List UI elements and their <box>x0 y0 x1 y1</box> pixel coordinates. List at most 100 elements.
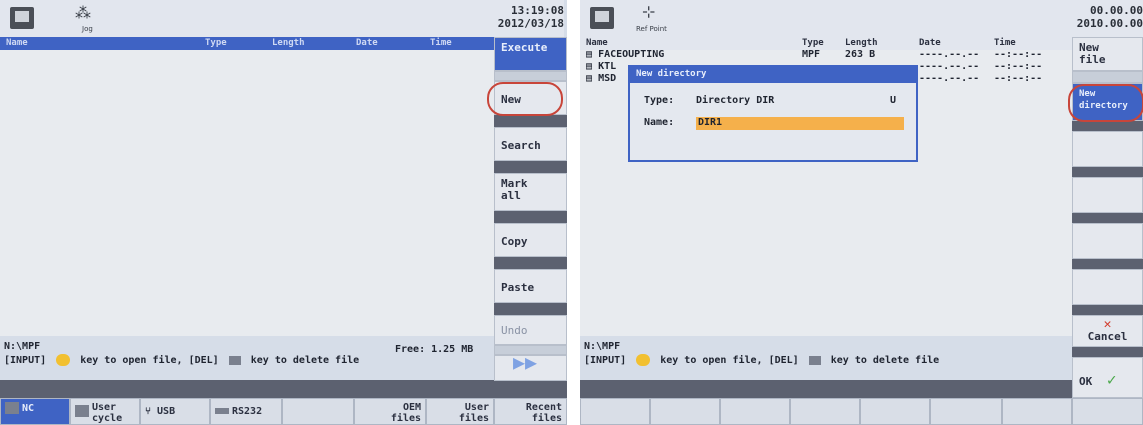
empty-softkey[interactable] <box>1072 131 1143 167</box>
hint-input: [INPUT] <box>584 355 627 366</box>
machine-mode-icon[interactable] <box>590 7 614 29</box>
softkey-separator <box>1072 347 1143 357</box>
highlight-circle <box>487 82 563 116</box>
user-files-label-2: files <box>458 413 489 424</box>
oem-files-softkey[interactable]: OEM files <box>354 398 426 425</box>
hint-line: [INPUT] key to open file, [DEL] key to d… <box>4 354 359 366</box>
ref-point-label: Ref Point <box>636 25 667 33</box>
nc-label: NC <box>22 403 35 414</box>
empty-softkey[interactable] <box>1072 177 1143 213</box>
ok-check-icon: ✓ <box>1106 370 1117 389</box>
more-softkey[interactable]: ▶▶ <box>494 352 567 381</box>
input-key-icon <box>56 354 71 366</box>
empty-softkey[interactable] <box>1072 269 1143 305</box>
copy-label: Copy <box>501 235 528 248</box>
empty-softkey[interactable] <box>282 398 354 425</box>
file-date: ----.--.-- <box>919 73 980 84</box>
folder-name: KTL <box>598 61 617 72</box>
softkey-separator <box>494 161 567 173</box>
hint-input: [INPUT] <box>4 355 47 366</box>
type-label: Type: <box>644 95 675 106</box>
horizontal-softkey[interactable] <box>1002 398 1072 425</box>
new-file-label-2: file <box>1079 53 1106 66</box>
machine-mode-icon[interactable] <box>10 7 34 29</box>
col-type[interactable]: Type <box>205 38 227 48</box>
nc-icon <box>5 402 19 414</box>
softkey-separator <box>1072 213 1143 223</box>
rs232-icon <box>215 408 229 414</box>
list-item[interactable]: ▤ FACEOUPTING <box>586 49 664 60</box>
softkey-separator <box>494 115 567 127</box>
name-label: Name: <box>644 117 675 128</box>
usb-softkey[interactable]: ⑂ USB <box>140 398 210 425</box>
softkey-separator <box>494 381 567 398</box>
user-cycle-softkey[interactable]: User cycle <box>70 398 140 425</box>
execute-softkey[interactable]: Execute <box>494 37 567 71</box>
horizontal-softkey[interactable] <box>650 398 720 425</box>
col-name[interactable]: Name <box>6 38 28 48</box>
clock: 00.00.00 2010.00.00 <box>1072 0 1143 37</box>
rs232-softkey[interactable]: RS232 <box>210 398 282 425</box>
softkey-separator <box>1072 305 1143 315</box>
new-file-softkey[interactable]: New file <box>1072 37 1143 71</box>
horizontal-softkey[interactable] <box>720 398 790 425</box>
mark-all-label-2: all <box>501 189 521 202</box>
list-item[interactable]: ▤ MSD <box>586 73 616 84</box>
softkey-separator <box>494 211 567 223</box>
hint-text-1: key to open file, [DEL] <box>660 355 799 366</box>
file-list[interactable] <box>0 50 494 336</box>
paste-softkey[interactable]: Paste <box>494 269 567 303</box>
col-type[interactable]: Type <box>802 38 824 48</box>
horizontal-softkey[interactable] <box>790 398 860 425</box>
col-length[interactable]: Length <box>272 38 305 48</box>
nc-softkey[interactable]: NC <box>0 398 70 425</box>
search-softkey[interactable]: Search <box>494 127 567 161</box>
softkey-separator <box>494 303 567 315</box>
folder-name: MSD <box>598 73 617 84</box>
col-date[interactable]: Date <box>919 38 941 48</box>
name-input[interactable] <box>696 117 904 130</box>
copy-softkey[interactable]: Copy <box>494 223 567 257</box>
user-files-softkey[interactable]: User files <box>426 398 494 425</box>
ok-softkey[interactable]: OK ✓ <box>1072 357 1143 398</box>
col-date[interactable]: Date <box>356 38 378 48</box>
col-name[interactable]: Name <box>586 38 608 48</box>
current-path: N:\MPF <box>4 341 41 352</box>
horizontal-softkey[interactable] <box>580 398 650 425</box>
undo-label: Undo <box>501 324 528 337</box>
input-key-icon <box>636 354 651 366</box>
cancel-softkey[interactable]: ✕ Cancel <box>1072 315 1143 347</box>
col-length[interactable]: Length <box>845 38 878 48</box>
name-value: DIR1 <box>698 117 723 128</box>
horizontal-softkey[interactable] <box>930 398 1002 425</box>
recent-files-softkey[interactable]: Recent files <box>494 398 567 425</box>
softkey-separator <box>1072 121 1143 131</box>
type-value[interactable]: Directory DIR <box>696 95 774 106</box>
col-time[interactable]: Time <box>430 38 452 48</box>
file-date: ----.--.-- <box>919 49 980 60</box>
horizontal-softkey[interactable] <box>1072 398 1143 425</box>
list-item[interactable]: ▤ KTL <box>586 61 616 72</box>
program-manager-screen: ⁂ Jog 13:19:08 2012/03/18 Name Type Leng… <box>0 0 567 425</box>
cancel-label: Cancel <box>1087 330 1128 343</box>
col-time[interactable]: Time <box>994 38 1016 48</box>
recent-label-1: Recent <box>525 402 562 413</box>
softkey-separator <box>1072 167 1143 177</box>
file-list-header: Name Type Length Date Time <box>0 37 494 50</box>
folder-icon: ▤ <box>586 61 593 72</box>
title-bar: ⊹ Ref Point <box>580 0 1072 38</box>
rs232-label: RS232 <box>232 406 263 417</box>
user-files-label-1: User <box>464 402 489 413</box>
file-time: --:--:-- <box>994 73 1043 84</box>
dialog-title: New directory <box>630 67 916 83</box>
softkey-blank <box>1072 71 1143 83</box>
toggle-key-icon[interactable]: U <box>890 95 896 106</box>
del-key-icon <box>808 355 821 365</box>
title-bar: ⁂ Jog <box>0 0 494 38</box>
jog-label: Jog <box>82 25 93 33</box>
empty-softkey[interactable] <box>1072 223 1143 259</box>
mark-all-softkey[interactable]: Mark all <box>494 173 567 211</box>
horizontal-softkey[interactable] <box>860 398 930 425</box>
clock-date: 2012/03/18 <box>497 17 564 30</box>
undo-softkey[interactable]: Undo <box>494 315 567 345</box>
